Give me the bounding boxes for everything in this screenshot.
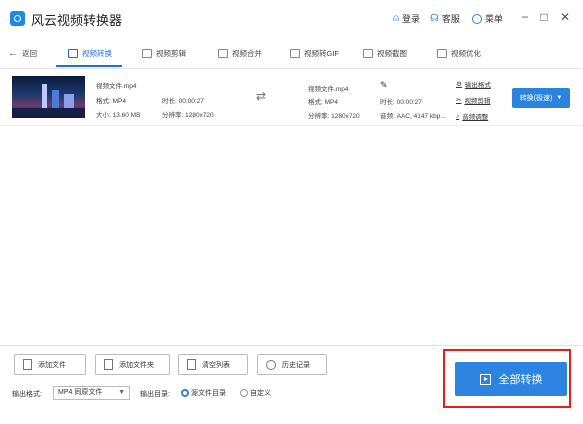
audio-icon: ♪ [456, 112, 460, 120]
login-link[interactable]: ⍝ 登录 [393, 12, 420, 25]
play-box-icon [68, 48, 78, 58]
output-format-link[interactable]: ⚙ 输出格式 [456, 79, 491, 89]
gif-icon [290, 48, 300, 58]
tab-label: 视频优化 [451, 48, 481, 58]
maximize-button[interactable]: □ [535, 8, 553, 26]
video-edit-link[interactable]: ✂ 视频剪辑 [456, 95, 490, 105]
source-duration: 时长: 00:00:27 [162, 98, 204, 105]
folder-icon [104, 359, 113, 370]
radio-source-dir[interactable]: 源文件目录 [181, 388, 226, 398]
output-resolution: 分辨率: 1280x720 [308, 113, 360, 120]
button-label: 清空列表 [202, 361, 230, 369]
tab-label: 视频截图 [377, 48, 407, 58]
convert-label: 转换(极速) [519, 95, 553, 102]
source-format: 格式: MP4 [96, 98, 126, 105]
menu-icon [472, 13, 482, 24]
clock-icon [266, 359, 276, 370]
output-format-label: 输出格式: [12, 391, 42, 398]
service-link[interactable]: ☊ 客服 [430, 12, 460, 25]
menu-label: 菜单 [485, 14, 504, 24]
shuffle-icon: ⇄ [256, 89, 267, 103]
highlight-box [443, 349, 571, 408]
video-thumbnail[interactable] [12, 76, 85, 118]
trash-icon [187, 359, 196, 370]
app-title: 风云视频转换器 [31, 13, 123, 28]
radio-label: 自定义 [249, 390, 271, 397]
output-format-select[interactable]: MP4 同原文件 ▼ [53, 386, 130, 400]
source-size: 大小: 13.60 MB [96, 112, 141, 119]
output-duration: 时长: 00:00:27 [380, 99, 422, 106]
radio-checked-icon[interactable] [181, 389, 189, 398]
tab-label: 视频转换 [82, 48, 112, 58]
clear-list-button[interactable]: 清空列表 [178, 354, 248, 375]
edit-icon [142, 48, 152, 58]
back-button[interactable]: ← 返回 [8, 38, 37, 68]
tab-video-gif[interactable]: 视频转GIF [290, 38, 339, 68]
sliders-icon [437, 48, 447, 58]
user-icon: ⍝ [393, 13, 399, 24]
tab-label: 视频合并 [232, 48, 262, 58]
tab-video-optimize[interactable]: 视频优化 [437, 38, 481, 68]
action-label: 音频调整 [462, 114, 489, 121]
close-button[interactable]: ✕ [556, 8, 574, 26]
convert-button[interactable]: 转换(极速) ▼ [512, 88, 570, 108]
tab-video-convert[interactable]: 视频转换 [68, 38, 112, 68]
action-label: 视频剪辑 [464, 98, 491, 105]
tab-video-screenshot[interactable]: 视频截图 [363, 38, 407, 68]
file-row [0, 70, 583, 126]
button-label: 历史记录 [282, 361, 310, 369]
output-format: 格式: MP4 [308, 99, 338, 106]
tab-label: 视频剪辑 [156, 48, 186, 58]
chevron-down-icon[interactable]: ▼ [556, 95, 562, 101]
add-folder-button[interactable]: 添加文件夹 [95, 354, 170, 375]
radio-label: 源文件目录 [190, 390, 226, 397]
app-logo-icon [10, 11, 25, 26]
tab-label: 视频转GIF [304, 48, 339, 58]
button-label: 添加文件 [38, 361, 66, 369]
button-label: 添加文件夹 [119, 361, 154, 369]
bottom-divider [0, 345, 583, 346]
chevron-down-icon: ▼ [118, 389, 125, 396]
tab-video-merge[interactable]: 视频合并 [218, 38, 262, 68]
audio-adjust-link[interactable]: ♪ 音频调整 [456, 111, 489, 122]
merge-icon [218, 48, 228, 58]
login-label: 登录 [402, 14, 421, 24]
back-label: 返回 [22, 48, 37, 58]
tab-video-edit[interactable]: 视频剪辑 [142, 38, 186, 68]
pencil-icon[interactable]: ✎ [380, 80, 388, 91]
radio-custom-dir[interactable]: 自定义 [240, 388, 271, 398]
minimize-button[interactable]: − [516, 8, 534, 26]
active-tab-indicator [56, 65, 122, 67]
select-value: MP4 同原文件 [58, 389, 103, 396]
source-resolution: 分辨率: 1280x720 [162, 112, 214, 119]
file-icon [23, 359, 32, 370]
output-file-name: 视频文件.mp4 [308, 86, 349, 93]
service-label: 客服 [441, 14, 460, 24]
scissors-icon: ✂ [456, 97, 462, 104]
settings-icon: ⚙ [456, 81, 462, 88]
arrow-left-icon: ← [8, 47, 18, 59]
source-file-name: 视频文件.mp4 [96, 83, 137, 90]
action-label: 输出格式 [464, 82, 491, 89]
history-button[interactable]: 历史记录 [257, 354, 327, 375]
add-file-button[interactable]: 添加文件 [14, 354, 86, 375]
output-audio: 音频: AAC, 4147 kbp... [380, 113, 446, 120]
menu-link[interactable]: 菜单 [472, 12, 503, 25]
headset-icon: ☊ [430, 13, 439, 24]
image-icon [363, 48, 373, 58]
radio-unchecked-icon[interactable] [240, 389, 248, 398]
output-dir-label: 输出目录: [140, 391, 170, 398]
